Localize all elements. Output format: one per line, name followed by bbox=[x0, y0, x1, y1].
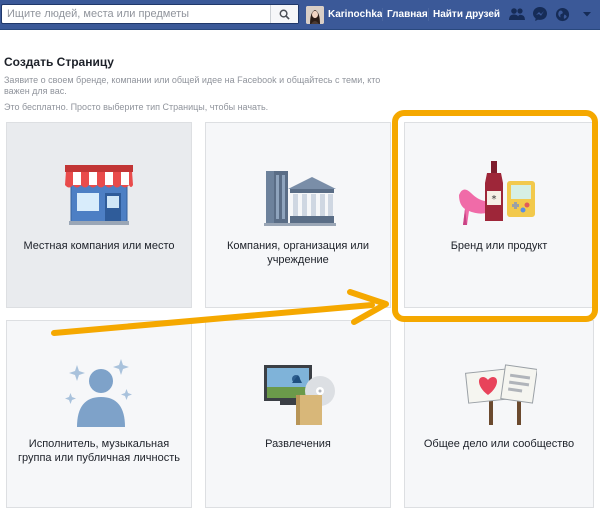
page-instruction: Это бесплатно. Просто выберите тип Стран… bbox=[4, 102, 269, 112]
media-icon bbox=[264, 365, 335, 425]
search-input[interactable] bbox=[2, 5, 270, 23]
nav-divider bbox=[382, 8, 383, 21]
nav-find-friends-link[interactable]: Найти друзей bbox=[433, 9, 500, 20]
category-label: Бренд или продукт bbox=[450, 240, 548, 252]
signs-icon bbox=[464, 364, 537, 425]
storefront-icon bbox=[65, 165, 133, 225]
top-navigation-bar: Karinochka Главная Найти друзей bbox=[0, 0, 600, 30]
magnifier-icon bbox=[279, 9, 290, 20]
search-box bbox=[1, 4, 299, 24]
category-public-figure[interactable]: Исполнитель, музыкальная группа или публ… bbox=[6, 320, 192, 508]
buildings-icon bbox=[264, 171, 336, 226]
category-label: Исполнитель, музыкальная группа или публ… bbox=[18, 438, 180, 464]
search-button[interactable] bbox=[270, 5, 298, 23]
nav-home-link[interactable]: Главная bbox=[387, 9, 428, 20]
messages-icon[interactable] bbox=[531, 5, 549, 23]
products-icon: * bbox=[459, 161, 535, 225]
settings-arrow-icon[interactable] bbox=[578, 5, 596, 23]
category-brand-product[interactable]: * Бренд или продукт bbox=[404, 122, 594, 308]
avatar bbox=[306, 5, 324, 24]
page-description: Заявите о своем бренде, компании или общ… bbox=[4, 75, 381, 96]
category-label: Общее дело или сообщество bbox=[423, 438, 575, 450]
category-entertainment[interactable]: Развлечения bbox=[205, 320, 391, 508]
category-local-business[interactable]: Местная компания или место bbox=[6, 122, 192, 308]
category-label: Компания, организация или учреждение bbox=[226, 240, 370, 266]
category-label: Развлечения bbox=[265, 438, 331, 450]
svg-text:*: * bbox=[492, 194, 497, 205]
notifications-globe-icon[interactable] bbox=[553, 5, 571, 23]
star-person-icon bbox=[65, 359, 132, 427]
category-cause-community[interactable]: Общее дело или сообщество bbox=[404, 320, 594, 508]
profile-link[interactable]: Karinochka bbox=[306, 4, 382, 25]
category-company[interactable]: Компания, организация или учреждение bbox=[205, 122, 391, 308]
friend-requests-icon[interactable] bbox=[508, 5, 526, 23]
nav-divider bbox=[428, 8, 429, 21]
page-title: Создать Страницу bbox=[4, 55, 114, 69]
profile-name: Karinochka bbox=[328, 9, 383, 20]
category-label: Местная компания или место bbox=[23, 240, 175, 252]
